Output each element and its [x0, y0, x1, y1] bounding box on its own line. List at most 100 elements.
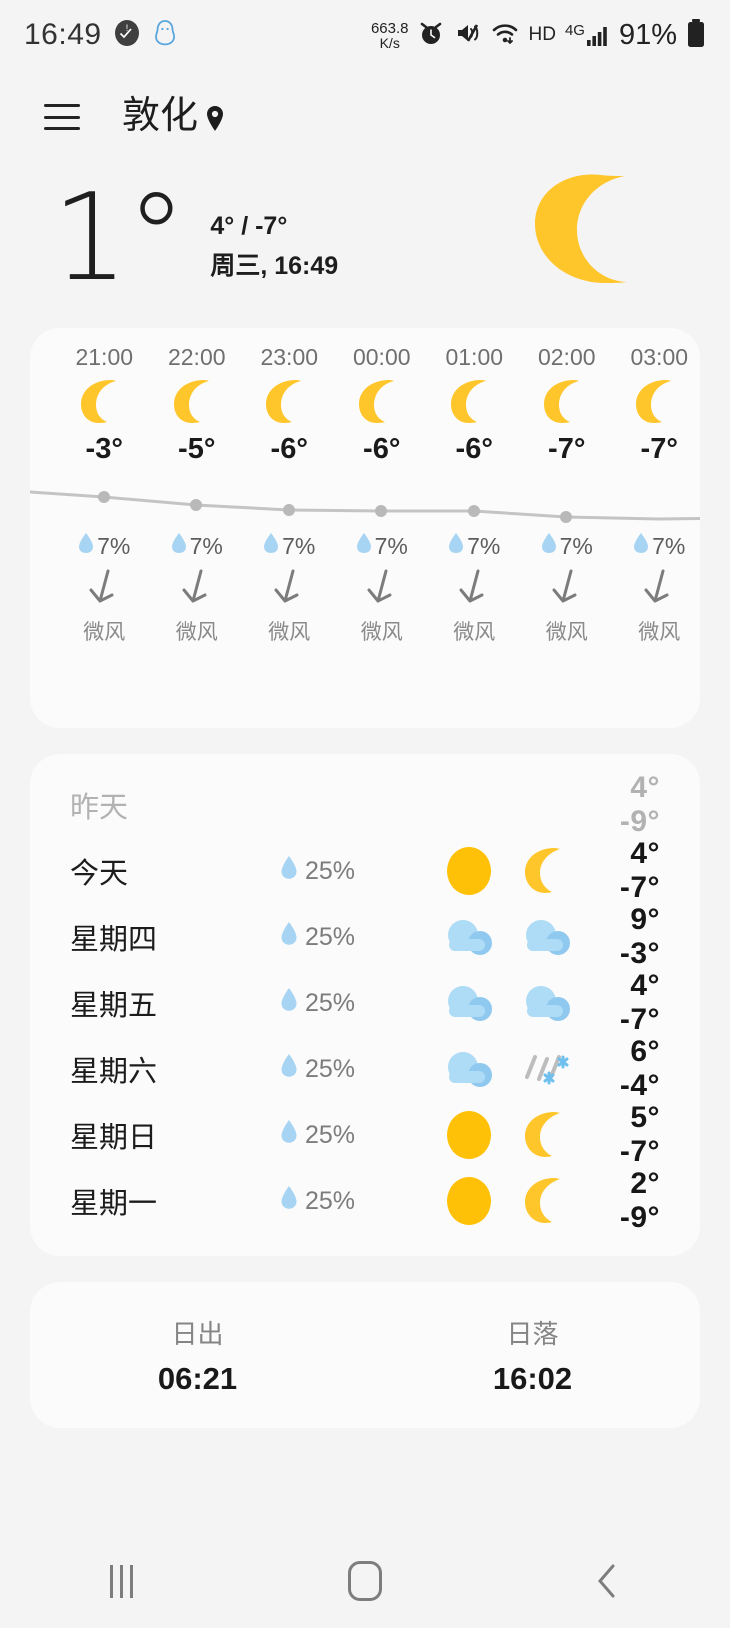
crescent-moon-icon: [508, 1110, 586, 1160]
cloud-icon: [430, 917, 508, 957]
water-drop-icon: [448, 532, 464, 560]
current-meta: 4° / -7° 周三, 16:49: [210, 206, 338, 286]
hourly-forecast-scroller[interactable]: 21:00 22:00 23:00 00:00 01:00 02:00 03:0…: [30, 328, 700, 646]
water-drop-icon: [280, 855, 298, 887]
day-label: 今天: [70, 858, 129, 890]
water-drop-icon: [171, 532, 187, 560]
water-drop-icon: [280, 921, 298, 953]
day-label: 星期四: [70, 924, 158, 956]
day-precip: 25%: [280, 1119, 430, 1151]
water-drop-icon: [78, 532, 94, 560]
4g-signal-icon: 4G: [565, 22, 610, 48]
day-label: 星期六: [70, 1056, 158, 1088]
crescent-moon-icon: [521, 371, 614, 433]
wind-arrow-down-icon: [521, 560, 614, 616]
wifi-icon: [491, 19, 519, 52]
status-bar-left: 16:49 !: [24, 18, 178, 52]
day-precip-value: 25%: [305, 1054, 356, 1083]
hourly-times-row: 21:00 22:00 23:00 00:00 01:00 02:00 03:0…: [58, 328, 700, 371]
crescent-moon-icon: [428, 371, 521, 433]
network-speed-unit: K/s: [379, 34, 400, 51]
hour-time: 03:00: [630, 344, 689, 370]
sunset-label: 日落: [506, 1318, 559, 1349]
sun-icon: [430, 1110, 508, 1160]
sunset-block: 日落 16:02: [365, 1282, 700, 1428]
hourly-wind-label-row: 微风 微风 微风 微风 微风 微风 微风: [58, 616, 700, 646]
hour-precip: 7%: [58, 532, 151, 560]
crescent-moon-icon: [243, 371, 336, 433]
hour-temp: -6°: [270, 433, 308, 465]
location-header[interactable]: 敦化: [122, 97, 226, 138]
wind-arrow-down-icon: [58, 560, 151, 616]
status-clock: 16:49: [24, 18, 102, 51]
day-precip: 25%: [280, 921, 430, 953]
hour-temp: -3°: [85, 433, 123, 465]
location-pin-icon: [204, 105, 226, 138]
hour-precip: 7%: [243, 532, 336, 560]
hour-wind-label: 微风: [175, 621, 218, 644]
wind-arrow-down-icon: [336, 560, 429, 616]
crescent-moon-icon: [336, 371, 429, 433]
home-icon[interactable]: [305, 1546, 425, 1616]
table-row[interactable]: 星期四 25% 9° -3°: [30, 903, 700, 970]
hamburger-menu-icon[interactable]: [44, 104, 80, 130]
android-navigation-bar: [0, 1534, 730, 1628]
hour-time: 23:00: [260, 344, 319, 370]
table-row[interactable]: 星期五 25% 4° -7°: [30, 969, 700, 1036]
water-drop-icon: [280, 987, 298, 1019]
hour-wind-label: 微风: [83, 621, 126, 644]
current-temperature: 1°: [52, 168, 186, 308]
hour-wind-label: 微风: [360, 621, 403, 644]
day-temp-range: 5° -7°: [619, 1101, 660, 1168]
day-precip: 25%: [280, 1053, 430, 1085]
sun-icon: [430, 846, 508, 896]
current-conditions: 1° 4° / -7° 周三, 16:49: [0, 164, 730, 314]
weather-app-screen: 16:49 ! 663.8 K/s HD 4G 91% 敦化 1° 4° / -…: [0, 0, 730, 1628]
day-temp-range: 4° -7°: [619, 969, 660, 1036]
water-drop-icon: [541, 532, 557, 560]
hour-time: 01:00: [445, 344, 504, 370]
table-row[interactable]: 星期日 25% 5° -7°: [30, 1101, 700, 1168]
hour-temp: -6°: [363, 433, 401, 465]
hour-wind-label: 微风: [545, 621, 588, 644]
recents-icon[interactable]: [62, 1546, 182, 1616]
day-temp-range: 4° -9°: [619, 771, 660, 838]
sleet-icon: [508, 1047, 586, 1091]
table-row[interactable]: 星期六 25% 6° -4°: [30, 1035, 700, 1102]
back-icon[interactable]: [548, 1546, 668, 1616]
water-drop-icon: [280, 1119, 298, 1151]
table-row[interactable]: 昨天 4° -9°: [30, 771, 700, 838]
hourly-temps-row: -3° -5° -6° -6° -6° -7° -7°: [58, 433, 700, 466]
daily-forecast-card[interactable]: 昨天 4° -9° 今天 25% 4° -7° 星期四 25% 9° -3° 星…: [30, 754, 700, 1256]
hour-time: 00:00: [352, 344, 411, 370]
day-precip-value: 25%: [305, 856, 356, 885]
hour-temp: -7°: [548, 433, 586, 465]
cloud-icon: [430, 1049, 508, 1089]
table-row[interactable]: 星期一 25% 2° -9°: [30, 1167, 700, 1234]
day-precip-value: 25%: [305, 1186, 356, 1215]
network-speed-value: 663.8: [370, 19, 409, 37]
hour-time: 21:00: [75, 344, 134, 370]
day-temp-range: 4° -7°: [619, 837, 660, 904]
hourly-precip-row: 7% 7% 7% 7% 7% 7% 7%: [58, 532, 700, 560]
hour-temp: -5°: [178, 433, 216, 465]
hour-precip: 7%: [428, 532, 521, 560]
status-bar: 16:49 ! 663.8 K/s HD 4G 91%: [0, 0, 730, 70]
day-label: 星期一: [70, 1188, 158, 1220]
wind-arrow-down-icon: [151, 560, 244, 616]
crescent-moon-icon: [527, 174, 652, 289]
day-precip-value: 25%: [305, 988, 356, 1017]
sunrise-value: 06:21: [157, 1360, 238, 1396]
current-day-time: 周三, 16:49: [210, 252, 339, 280]
table-row[interactable]: 今天 25% 4° -7°: [30, 837, 700, 904]
hour-temp: -7°: [640, 433, 678, 465]
hourly-forecast-card[interactable]: 21:00 22:00 23:00 00:00 01:00 02:00 03:0…: [30, 328, 700, 728]
wind-arrow-down-icon: [428, 560, 521, 616]
hour-precip: 7%: [151, 532, 244, 560]
svg-text:!: !: [125, 23, 128, 33]
battery-icon: [686, 18, 706, 53]
hour-wind-label: 微风: [453, 621, 496, 644]
crescent-moon-icon: [613, 371, 700, 433]
sunset-value: 16:02: [492, 1360, 573, 1396]
hd-icon: HD: [528, 24, 556, 45]
